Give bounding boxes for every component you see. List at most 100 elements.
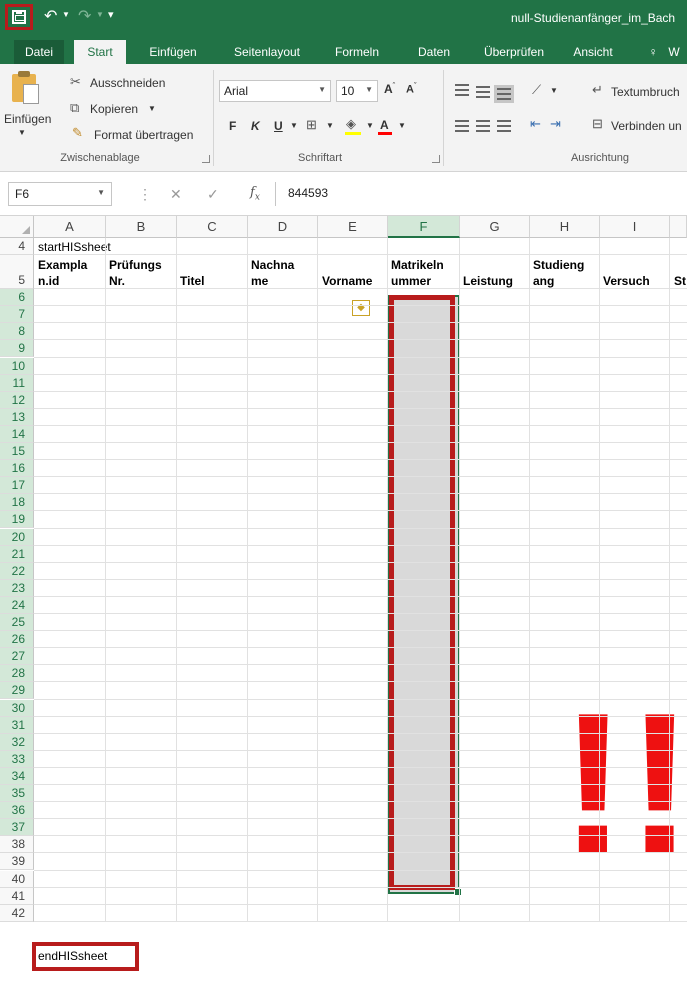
row-header-35[interactable]: 35 (0, 785, 34, 803)
align-center-icon[interactable] (476, 120, 490, 132)
tab-page-layout[interactable]: Seitenlayout (222, 40, 312, 64)
insert-function-icon[interactable]: fx (250, 185, 260, 203)
row-header-27[interactable]: 27 (0, 648, 34, 666)
orientation-icon[interactable]: ⟋ (532, 82, 541, 98)
column-header-f[interactable]: F (388, 216, 460, 238)
row-header-22[interactable]: 22 (0, 562, 34, 580)
tab-review[interactable]: Überprüfen (474, 40, 554, 64)
tab-data[interactable]: Daten (406, 40, 462, 64)
formula-input[interactable]: 844593 (275, 182, 687, 206)
align-middle-icon[interactable] (476, 86, 490, 98)
confirm-icon[interactable]: ✓ (207, 186, 219, 203)
tab-insert[interactable]: Einfügen (138, 40, 208, 64)
row-header-13[interactable]: 13 (0, 408, 34, 426)
cut-button[interactable]: Ausschneiden (90, 76, 165, 90)
row-header-9[interactable]: 9 (0, 340, 34, 358)
font-size-select[interactable]: 10 ▼ (336, 80, 378, 102)
row-header-8[interactable]: 8 (0, 323, 34, 341)
format-painter-button[interactable]: Format übertragen (94, 128, 193, 142)
row-header-28[interactable]: 28 (0, 665, 34, 683)
tab-view[interactable]: Ansicht (560, 40, 626, 64)
row-header-5[interactable]: 5 (0, 255, 34, 290)
font-launcher-icon[interactable] (432, 155, 440, 163)
row-header-21[interactable]: 21 (0, 545, 34, 563)
column-header-b[interactable]: B (106, 216, 177, 238)
shrink-font-button[interactable]: Aˇ (406, 83, 416, 96)
row-header-18[interactable]: 18 (0, 494, 34, 512)
name-box[interactable]: F6 ▼ (8, 182, 112, 206)
row-header-33[interactable]: 33 (0, 750, 34, 768)
bold-button[interactable]: F (229, 119, 236, 133)
column-header-e[interactable]: E (318, 216, 388, 238)
row-header-26[interactable]: 26 (0, 631, 34, 649)
row-header-37[interactable]: 37 (0, 819, 34, 837)
undo-dropdown-icon[interactable]: ▼ (62, 10, 70, 19)
column-header-j[interactable] (670, 216, 687, 238)
wrap-text-button[interactable]: Textumbruch (611, 85, 680, 99)
tab-start[interactable]: Start (74, 40, 126, 64)
font-name-select[interactable]: Arial ▼ (219, 80, 331, 102)
row-header-41[interactable]: 41 (0, 887, 34, 905)
save-button[interactable] (5, 4, 33, 30)
row-header-42[interactable]: 42 (0, 904, 34, 922)
row-header-17[interactable]: 17 (0, 477, 34, 495)
underline-button[interactable]: U (274, 119, 283, 133)
undo-icon[interactable]: ↶ (44, 6, 57, 26)
column-header-g[interactable]: G (460, 216, 530, 238)
row-header-12[interactable]: 12 (0, 391, 34, 409)
row-header-29[interactable]: 29 (0, 682, 34, 700)
decrease-indent-icon[interactable]: ⇤ (530, 116, 541, 132)
redo-icon[interactable]: ↷ (78, 6, 91, 26)
tab-tell-me[interactable]: W (664, 40, 684, 64)
row-header-38[interactable]: 38 (0, 836, 34, 854)
underline-dropdown-icon[interactable]: ▼ (290, 121, 298, 130)
row-header-30[interactable]: 30 (0, 699, 34, 717)
lightbulb-icon[interactable]: ♀ (646, 40, 660, 64)
column-header-h[interactable]: H (530, 216, 600, 238)
align-bottom-icon[interactable] (494, 85, 514, 103)
row-header-4[interactable]: 4 (0, 238, 34, 256)
row-header-24[interactable]: 24 (0, 596, 34, 614)
cancel-icon[interactable]: ✕ (170, 186, 182, 203)
tab-file[interactable]: Datei (14, 40, 64, 64)
grow-font-button[interactable]: Aˆ (384, 82, 395, 96)
fill-color-icon[interactable]: ◈ (346, 116, 356, 132)
copy-dropdown-icon[interactable]: ▼ (148, 104, 156, 113)
warning-icon[interactable]: ◆ (352, 300, 370, 316)
cell-a4[interactable]: startHISsheet (38, 240, 111, 254)
font-color-dropdown-icon[interactable]: ▼ (398, 121, 406, 130)
row-header-16[interactable]: 16 (0, 460, 34, 478)
column-header-a[interactable]: A (34, 216, 106, 238)
row-header-15[interactable]: 15 (0, 443, 34, 461)
tab-formulas[interactable]: Formeln (324, 40, 390, 64)
row-header-23[interactable]: 23 (0, 579, 34, 597)
orientation-dropdown-icon[interactable]: ▼ (550, 86, 558, 95)
row-header-31[interactable]: 31 (0, 716, 34, 734)
select-all-button[interactable] (0, 216, 34, 238)
row-header-20[interactable]: 20 (0, 528, 34, 546)
row-header-25[interactable]: 25 (0, 614, 34, 632)
column-header-i[interactable]: I (600, 216, 670, 238)
customize-qat-icon[interactable]: ▾ (108, 8, 114, 21)
row-header-19[interactable]: 19 (0, 511, 34, 529)
align-top-icon[interactable] (455, 84, 469, 96)
redo-dropdown-icon[interactable]: ▼ (96, 10, 104, 19)
font-color-button[interactable]: A (380, 118, 389, 132)
paste-dropdown-icon[interactable]: ▼ (18, 128, 26, 137)
copy-button[interactable]: Kopieren (90, 102, 138, 116)
row-header-14[interactable]: 14 (0, 425, 34, 443)
row-header-11[interactable]: 11 (0, 374, 34, 392)
row-header-6[interactable]: 6 (0, 289, 34, 307)
borders-icon[interactable]: ⊞ (306, 117, 317, 133)
column-header-d[interactable]: D (248, 216, 318, 238)
row-header-40[interactable]: 40 (0, 870, 34, 888)
column-header-c[interactable]: C (177, 216, 248, 238)
row-header-32[interactable]: 32 (0, 733, 34, 751)
align-left-icon[interactable] (455, 120, 469, 132)
align-right-icon[interactable] (497, 120, 511, 132)
clipboard-launcher-icon[interactable] (202, 155, 210, 163)
row-header-10[interactable]: 10 (0, 357, 34, 375)
borders-dropdown-icon[interactable]: ▼ (326, 121, 334, 130)
increase-indent-icon[interactable]: ⇥ (550, 116, 561, 132)
italic-button[interactable]: K (251, 119, 260, 133)
